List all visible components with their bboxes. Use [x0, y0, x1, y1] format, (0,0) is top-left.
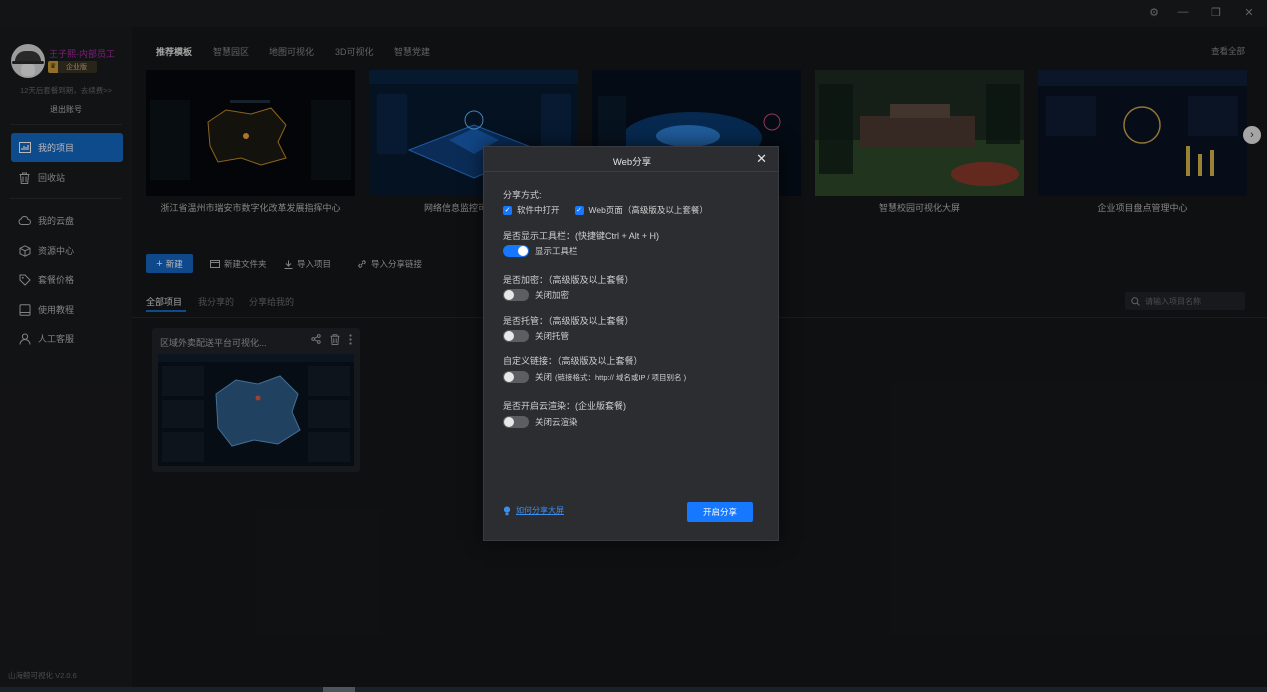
share-mode-label: 分享方式:: [503, 190, 542, 200]
checkbox-web-page[interactable]: ✓: [574, 205, 584, 215]
link-format-note: (链接格式：http:// 域名或IP / 项目别名 ): [555, 372, 687, 382]
hosting-setting: 关闭托管: [503, 330, 569, 342]
share-mode-options: ✓ 软件中打开 ✓ Web页面（高级版及以上套餐）: [503, 204, 708, 216]
checkbox-label: Web页面（高级版及以上套餐）: [588, 205, 708, 215]
custom-link-label: 自定义链接：（高级版及以上套餐）: [503, 356, 643, 366]
toggle-knob: [504, 417, 514, 427]
start-share-button[interactable]: 开启分享: [687, 502, 753, 522]
cloud-render-toggle[interactable]: [503, 416, 529, 428]
encrypt-label: 是否加密：（高级版及以上套餐）: [503, 275, 634, 285]
checkbox-open-in-app[interactable]: ✓: [503, 205, 512, 215]
hosting-toggle[interactable]: [503, 330, 529, 342]
cloud-render-label: 是否开启云渲染：(企业版套餐): [503, 401, 626, 411]
toggle-knob: [504, 331, 514, 341]
custom-link-setting: 关闭 (链接格式：http:// 域名或IP / 项目别名 ): [503, 371, 686, 383]
checkbox-label: 软件中打开: [517, 205, 560, 215]
toolbar-label: 是否显示工具栏：(快捷键Ctrl + Alt + H): [503, 231, 660, 241]
dialog-title: Web分享: [612, 157, 652, 168]
toolbar-toggle[interactable]: [503, 245, 529, 257]
help-link-label: 如何分享大屏: [516, 506, 564, 515]
toggle-label: 关闭托管: [535, 331, 570, 341]
toggle-label: 关闭加密: [535, 290, 570, 300]
toggle-label: 显示工具栏: [535, 246, 578, 256]
encrypt-setting: 关闭加密: [503, 289, 569, 301]
toggle-label: 关闭云渲染: [535, 417, 578, 427]
toggle-label: 关闭: [535, 372, 553, 382]
dialog-header: Web分享 ✕: [484, 147, 778, 172]
lightbulb-icon: [503, 506, 511, 515]
web-share-dialog: Web分享 ✕ 分享方式: ✓ 软件中打开 ✓ Web页面（高级版及以上套餐） …: [483, 146, 779, 541]
toggle-knob: [504, 290, 514, 300]
how-to-share-link[interactable]: 如何分享大屏: [503, 505, 564, 516]
encrypt-toggle[interactable]: [503, 289, 529, 301]
cloud-render-setting: 关闭云渲染: [503, 416, 578, 428]
close-icon[interactable]: ✕: [756, 151, 767, 167]
custom-link-toggle[interactable]: [503, 371, 529, 383]
hosting-label: 是否托管：（高级版及以上套餐）: [503, 316, 634, 326]
toolbar-setting: 显示工具栏: [503, 245, 578, 257]
toggle-knob: [518, 246, 528, 256]
toggle-knob: [504, 372, 514, 382]
